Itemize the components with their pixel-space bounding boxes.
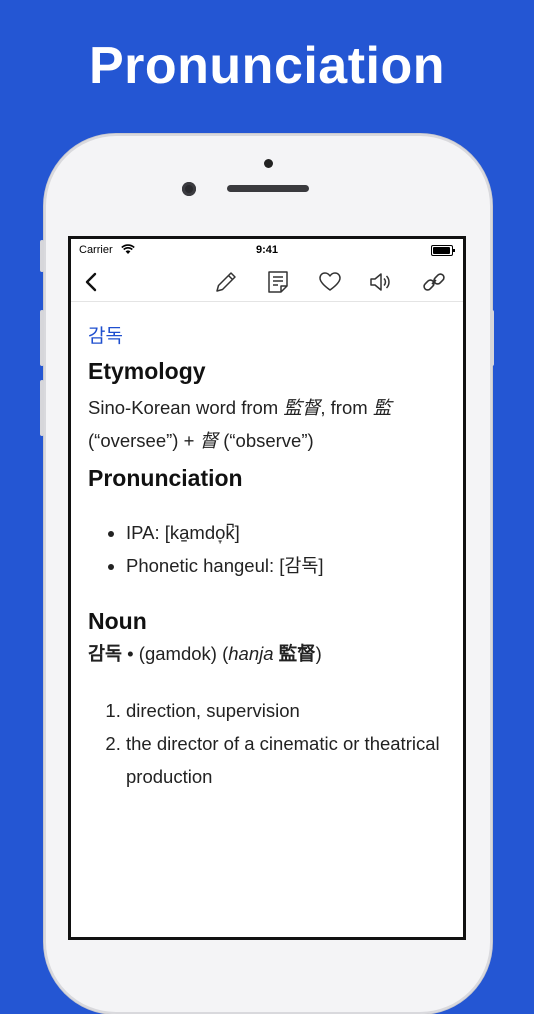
heart-icon[interactable] [317, 269, 343, 295]
headline: Pronunciation [88, 37, 446, 95]
power-button [490, 310, 494, 366]
back-chevron-icon[interactable] [79, 269, 105, 295]
list-item: IPA: [ka̠mdo̞k̚] [126, 516, 451, 549]
battery-icon [431, 245, 455, 256]
toolbar [71, 263, 463, 302]
speaker-icon[interactable] [367, 269, 393, 295]
status-time: 9:41 [255, 244, 279, 256]
list-item: Phonetic hangeul: [감독] [126, 549, 451, 582]
entry-content: 감독 Etymology Sino-Korean word from 監督, f… [88, 321, 451, 793]
front-camera [182, 182, 196, 196]
pencil-icon[interactable] [213, 269, 239, 295]
noun-heading: Noun [88, 608, 147, 634]
pronunciation-list: IPA: [ka̠mdo̞k̚] Phonetic hangeul: [감독] [88, 516, 451, 582]
noun-headword-line: 감독 • (gamdok) (hanja 監督) [88, 643, 322, 664]
list-item: direction, supervision [126, 694, 451, 727]
app-screen: Carrier 9:41 감독 Etymology Sino-Korean wo… [68, 236, 466, 940]
volume-up-button [40, 310, 44, 366]
definition-list: direction, supervision the director of a… [88, 694, 451, 793]
headword-link[interactable]: 감독 [88, 321, 451, 348]
earpiece-speaker [227, 185, 309, 192]
link-icon[interactable] [421, 269, 447, 295]
list-item: the director of a cinematic or theatrica… [126, 727, 451, 793]
volume-down-button [40, 380, 44, 436]
etymology-heading: Etymology [88, 358, 206, 384]
mute-switch [40, 240, 44, 272]
status-bar: Carrier 9:41 [71, 239, 463, 263]
pronunciation-heading: Pronunciation [88, 465, 243, 491]
proximity-sensor [264, 159, 273, 168]
etymology-text: Sino-Korean word from 監督, from 監 (“overs… [88, 397, 392, 451]
note-icon[interactable] [265, 269, 291, 295]
